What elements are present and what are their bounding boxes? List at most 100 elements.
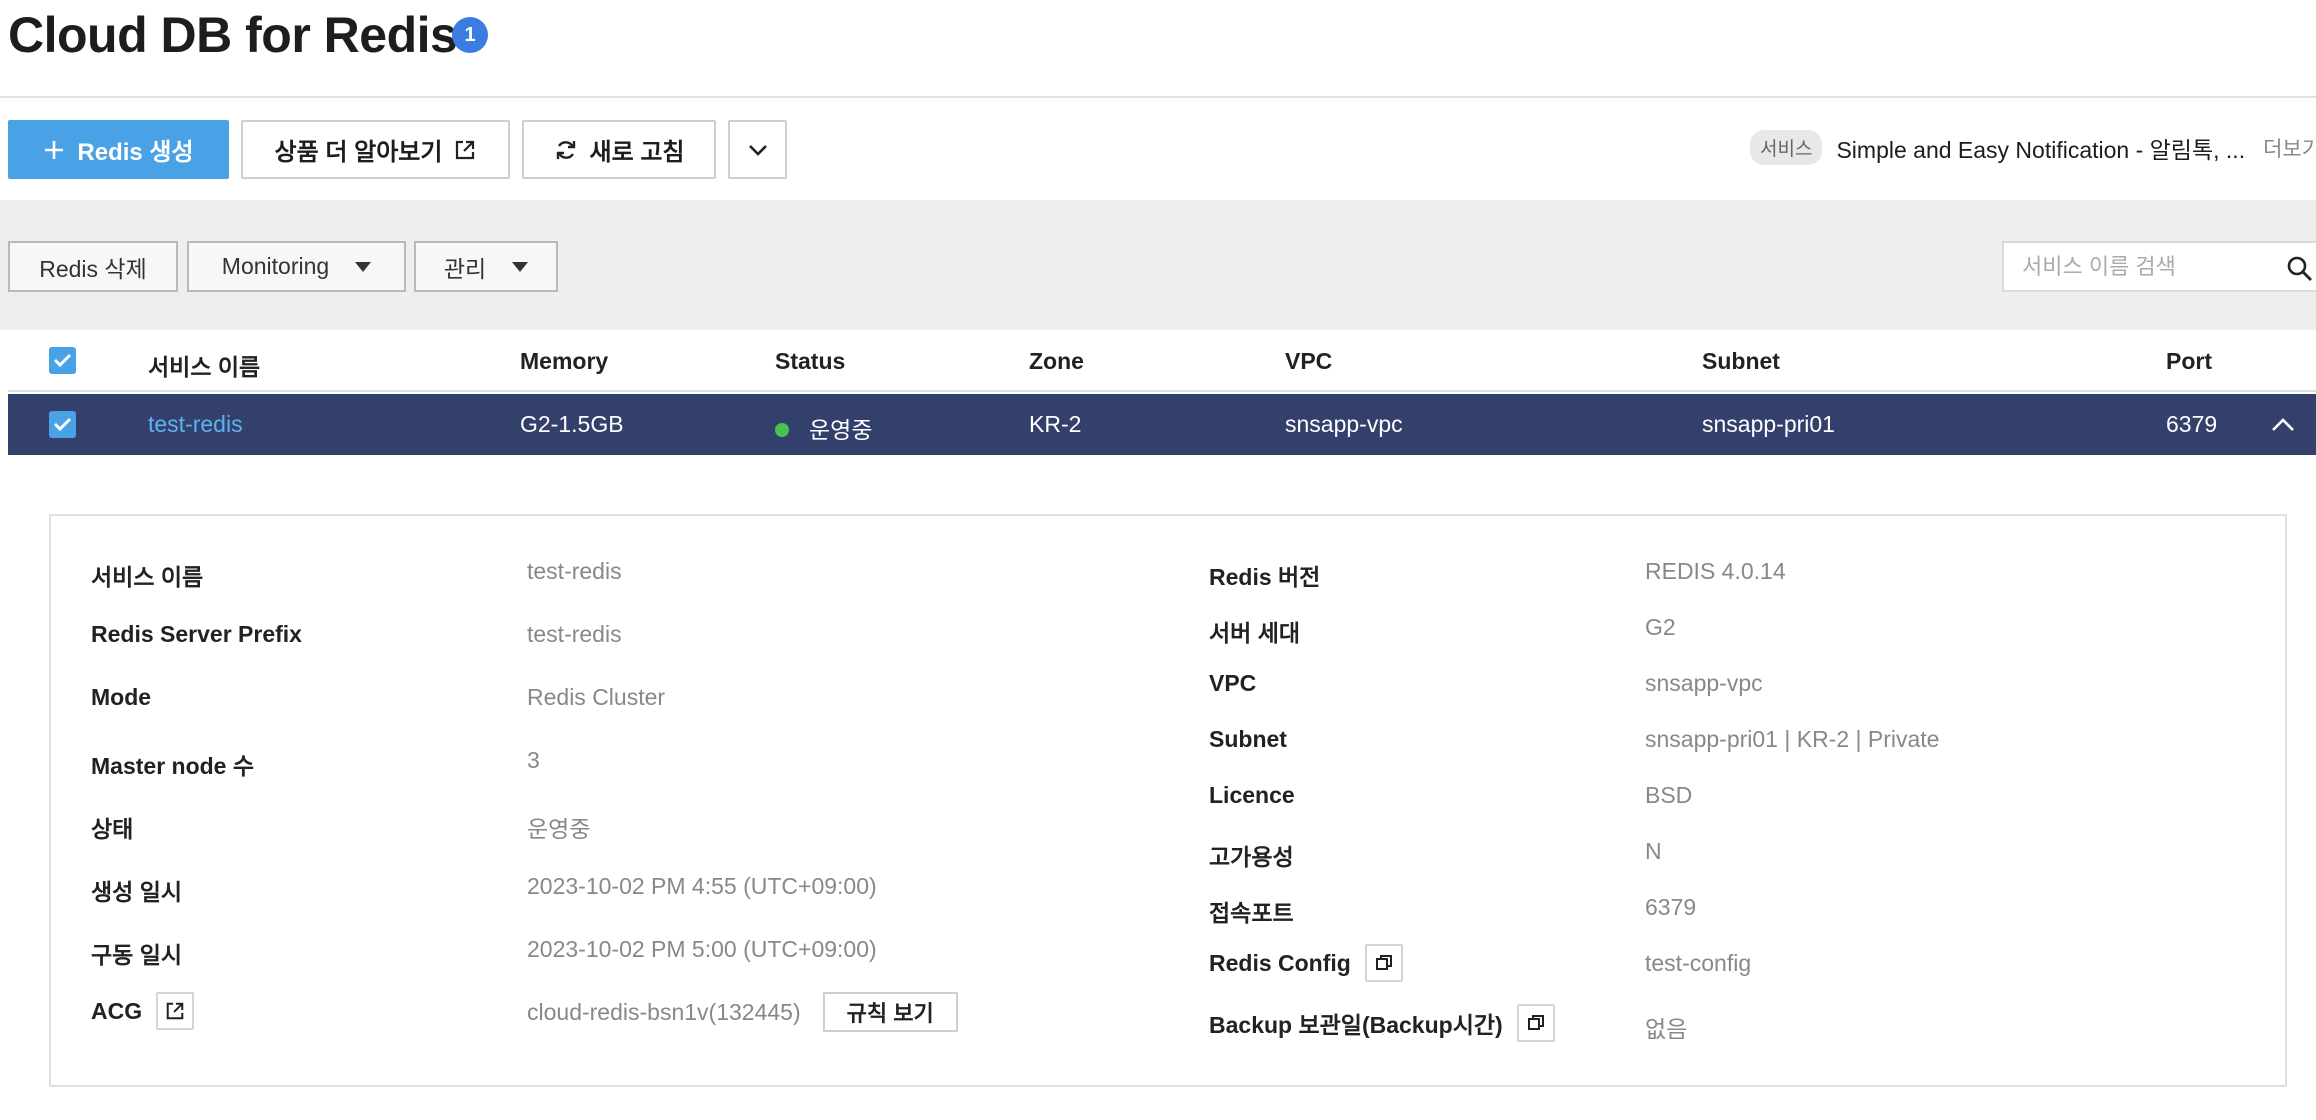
detail-label: ACG (91, 997, 143, 1024)
detail-value: snsapp-vpc (1645, 670, 1763, 696)
acg-value-group: cloud-redis-bsn1v(132445) 규칙 보기 (527, 992, 958, 1032)
view-rules-button[interactable]: 규칙 보기 (822, 992, 958, 1032)
plus-icon (45, 140, 64, 159)
detail-value: 운영중 (527, 816, 591, 842)
more-info-label: 상품 더 알아보기 (274, 139, 443, 166)
status-running-icon (775, 422, 789, 437)
detail-label: 서비스 이름 (91, 564, 204, 590)
chevron-down-icon (748, 144, 767, 156)
filter-bar: Redis 삭제 Monitoring 관리 (0, 200, 2316, 330)
subnet-cell: snsapp-pri01 (1702, 411, 1835, 437)
status-cell: 운영중 (775, 411, 872, 445)
page-header: Cloud DB for Redis 1 (0, 0, 2316, 98)
backup-label-group: Backup 보관일(Backup시간) (1209, 1004, 1555, 1042)
detail-value: 없음 (1645, 1016, 1688, 1042)
detail-value: BSD (1645, 782, 1693, 808)
column-header-subnet[interactable]: Subnet (1702, 348, 1780, 375)
detail-value: cloud-redis-bsn1v(132445) (527, 998, 801, 1025)
select-all-checkbox[interactable] (49, 347, 76, 374)
detail-label: 서버 세대 (1209, 620, 1301, 646)
service-info: 서비스 Simple and Easy Notification - 알림톡, … (1750, 130, 2316, 165)
column-header-memory[interactable]: Memory (520, 348, 608, 375)
detail-value: REDIS 4.0.14 (1645, 558, 1786, 584)
detail-label: Licence (1209, 782, 1295, 808)
check-icon (53, 417, 72, 432)
chevron-up-icon[interactable] (2270, 412, 2296, 438)
detail-value: 2023-10-02 PM 5:00 (UTC+09:00) (527, 936, 877, 962)
caret-down-icon (355, 261, 372, 272)
action-bar: Redis 생성 상품 더 알아보기 새로 고침 서비스 Simple and … (0, 100, 2316, 200)
create-redis-label: Redis 생성 (77, 139, 194, 166)
copy-icon (1527, 1015, 1544, 1030)
table-row[interactable]: test-redis G2-1.5GB 운영중 KR-2 snsapp-vpc … (8, 394, 2316, 455)
column-header-name[interactable]: 서비스 이름 (148, 348, 260, 382)
manage-dropdown[interactable]: 관리 (414, 241, 558, 292)
manage-label: 관리 (443, 255, 487, 282)
refresh-label: 새로 고침 (589, 139, 685, 166)
detail-value: 6379 (1645, 894, 1697, 920)
detail-value: Redis Cluster (527, 684, 666, 710)
monitoring-dropdown[interactable]: Monitoring (187, 241, 406, 292)
detail-value: 3 (527, 747, 540, 773)
search-input[interactable] (2022, 253, 2272, 281)
vpc-cell: snsapp-vpc (1285, 411, 1403, 437)
port-cell: 6379 (2166, 411, 2218, 437)
detail-label: 생성 일시 (91, 879, 183, 905)
backup-copy-button[interactable] (1516, 1004, 1555, 1042)
detail-value: test-redis (527, 558, 622, 584)
external-link-icon (456, 140, 475, 159)
zone-cell: KR-2 (1029, 411, 1082, 437)
detail-label: 접속포트 (1209, 900, 1294, 926)
service-name-cell[interactable]: test-redis (148, 411, 243, 438)
detail-label: Master node 수 (91, 753, 255, 779)
acg-link-button[interactable] (156, 992, 195, 1030)
redis-config-label-group: Redis Config (1209, 944, 1403, 982)
row-checkbox[interactable] (49, 411, 76, 438)
redis-table: 서비스 이름 Memory Status Zone VPC Subnet Por… (8, 330, 2316, 1120)
column-header-vpc[interactable]: VPC (1285, 348, 1332, 375)
service-tag: 서비스 (1750, 130, 1823, 165)
external-link-icon (166, 1002, 184, 1020)
more-actions-dropdown[interactable] (728, 120, 787, 179)
detail-value: test-redis (527, 621, 622, 647)
column-header-zone[interactable]: Zone (1029, 348, 1084, 375)
status-text: 운영중 (809, 417, 873, 443)
detail-label: Backup 보관일(Backup시간) (1209, 1012, 1503, 1038)
detail-label: 상태 (91, 816, 134, 842)
refresh-icon (556, 140, 575, 159)
memory-cell: G2-1.5GB (520, 411, 624, 437)
detail-label: Mode (91, 684, 152, 710)
detail-label: Redis Server Prefix (91, 621, 302, 647)
service-more-link[interactable]: 더보기 (2263, 133, 2316, 163)
search-icon[interactable] (2286, 255, 2314, 283)
detail-value: G2 (1645, 614, 1676, 640)
more-info-button[interactable]: 상품 더 알아보기 (241, 120, 510, 179)
delete-redis-button[interactable]: Redis 삭제 (8, 241, 178, 292)
column-header-port[interactable]: Port (2166, 348, 2212, 375)
search-box (2002, 241, 2316, 292)
detail-panel: 서비스 이름 test-redis Redis Server Prefix te… (49, 514, 2287, 1087)
detail-label: Redis 버전 (1209, 564, 1321, 590)
caret-down-icon (512, 261, 529, 272)
table-header: 서비스 이름 Memory Status Zone VPC Subnet Por… (8, 330, 2316, 392)
service-name-link[interactable]: Simple and Easy Notification - 알림톡, ... (1836, 131, 2245, 165)
detail-value: snsapp-pri01 | KR-2 | Private (1645, 726, 1940, 752)
detail-label: Redis Config (1209, 949, 1351, 976)
detail-value: N (1645, 838, 1662, 864)
detail-value: 2023-10-02 PM 4:55 (UTC+09:00) (527, 873, 877, 899)
create-redis-button[interactable]: Redis 생성 (8, 120, 229, 179)
acg-label-group: ACG (91, 992, 195, 1030)
detail-label: Subnet (1209, 726, 1287, 752)
detail-value: test-config (1645, 950, 1752, 976)
check-icon (53, 353, 72, 368)
copy-icon (1375, 955, 1392, 970)
redis-config-copy-button[interactable] (1364, 944, 1403, 982)
count-badge: 1 (452, 17, 488, 53)
delete-redis-label: Redis 삭제 (39, 255, 147, 282)
detail-label: 구동 일시 (91, 942, 183, 968)
page-title: Cloud DB for Redis (8, 7, 458, 63)
refresh-button[interactable]: 새로 고침 (522, 120, 716, 179)
column-header-status[interactable]: Status (775, 348, 845, 375)
detail-label: 고가용성 (1209, 844, 1294, 870)
monitoring-label: Monitoring (221, 253, 330, 279)
